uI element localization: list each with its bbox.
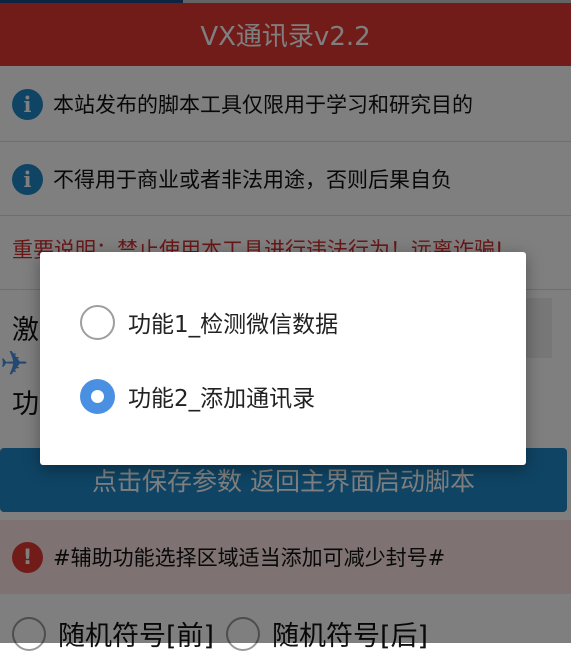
radio-button[interactable] <box>80 304 115 340</box>
dialog-option-2[interactable]: 功能2_添加通讯录 <box>80 368 315 424</box>
radio-button[interactable] <box>80 378 115 414</box>
dialog-option-label-2: 功能2_添加通讯录 <box>128 386 316 412</box>
dialog-option-1[interactable]: 功能1_检测微信数据 <box>80 294 338 350</box>
radio-dot <box>91 389 104 403</box>
function-select-dialog: 功能1_检测微信数据 功能2_添加通讯录 <box>40 252 526 465</box>
dialog-option-label-1: 功能1_检测微信数据 <box>128 312 339 338</box>
